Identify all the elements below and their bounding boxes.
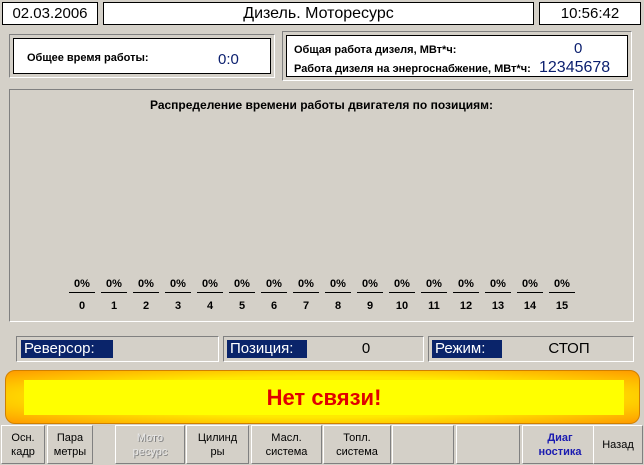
position-column: 0% 0 (69, 278, 95, 312)
position-column: 0% 11 (421, 278, 447, 312)
position-percent: 0% (293, 278, 319, 293)
energy-work-label: Работа дизеля на энергоснабжение, МВт*ч: (294, 63, 531, 75)
mode-label: Режим: (432, 340, 502, 358)
position-percent: 0% (261, 278, 287, 293)
position-column: 0% 14 (517, 278, 543, 312)
position-number: 10 (395, 300, 409, 312)
position-column: 0% 10 (389, 278, 415, 312)
total-work-label: Общая работа дизеля, МВт*ч: (294, 44, 457, 56)
position-number: 3 (174, 300, 182, 312)
position-percent: 0% (229, 278, 255, 293)
position-column: 0% 2 (133, 278, 159, 312)
diesel-work-box: Общая работа дизеля, МВт*ч: 0 Работа диз… (286, 35, 628, 77)
position-column: 0% 7 (293, 278, 319, 312)
position-number: 13 (491, 300, 505, 312)
position-column: 0% 8 (325, 278, 351, 312)
work-time-panel: Общее время работы: 0:0 (9, 34, 275, 78)
position-column: 0% 9 (357, 278, 383, 312)
alarm-banner: Нет связи! (5, 370, 640, 424)
position-field: Позиция: 0 (223, 336, 424, 362)
work-time-label: Общее время работы: (27, 52, 149, 64)
position-column: 0% 12 (453, 278, 479, 312)
position-percent: 0% (325, 278, 351, 293)
nav-fuel-system-button[interactable]: Топл. система (323, 425, 391, 464)
position-percent: 0% (197, 278, 223, 293)
nav-cylinders-button[interactable]: Цилинд ры (186, 425, 249, 464)
nav-oil-system-button[interactable]: Масл. система (251, 425, 322, 464)
page-title: Дизель. Моторесурс (103, 2, 534, 25)
position-percent: 0% (133, 278, 159, 293)
position-number: 15 (555, 300, 569, 312)
time-display: 10:56:42 (539, 2, 641, 25)
position-column: 0% 6 (261, 278, 287, 312)
distribution-panel: Распределение времени работы двигателя п… (9, 89, 634, 322)
position-percent: 0% (485, 278, 511, 293)
position-label: Позиция: (227, 340, 307, 358)
position-percent: 0% (69, 278, 95, 293)
diesel-work-panel: Общая работа дизеля, МВт*ч: 0 Работа диз… (282, 31, 632, 81)
position-number: 1 (110, 300, 118, 312)
position-value: 0 (361, 340, 371, 357)
energy-work-value: 12345678 (539, 59, 611, 76)
position-column: 0% 1 (101, 278, 127, 312)
position-number: 0 (78, 300, 86, 312)
date-display: 02.03.2006 (2, 2, 98, 25)
position-number: 8 (334, 300, 342, 312)
bottom-navigation: Осн. кадр Пара метры Мото ресурс Цилинд ры М… (0, 424, 644, 465)
nav-diagnostics-button[interactable]: Диаг ностика (522, 425, 598, 464)
position-percent: 0% (517, 278, 543, 293)
position-column: 0% 3 (165, 278, 191, 312)
mode-field: Режим: СТОП (428, 336, 634, 362)
reverser-label: Реверсор: (21, 340, 113, 358)
nav-parameters-button[interactable]: Пара метры (47, 425, 93, 464)
position-percent: 0% (389, 278, 415, 293)
work-time-box: Общее время работы: 0:0 (13, 38, 271, 74)
nav-motor-resource-button[interactable]: Мото ресурс (115, 425, 185, 464)
nav-empty-button-2[interactable] (456, 425, 520, 464)
position-percent: 0% (453, 278, 479, 293)
work-time-value: 0:0 (218, 51, 239, 68)
reverser-field: Реверсор: (16, 336, 219, 362)
title-bar: 02.03.2006 Дизель. Моторесурс 10:56:42 (0, 0, 644, 27)
position-number: 14 (523, 300, 537, 312)
position-percent: 0% (421, 278, 447, 293)
position-column: 0% 15 (549, 278, 575, 312)
position-number: 9 (366, 300, 374, 312)
position-column: 0% 5 (229, 278, 255, 312)
position-percent: 0% (357, 278, 383, 293)
distribution-title: Распределение времени работы двигателя п… (149, 98, 493, 112)
position-number: 2 (142, 300, 150, 312)
position-number: 11 (428, 300, 440, 312)
mode-value: СТОП (548, 340, 590, 357)
position-column: 0% 13 (485, 278, 511, 312)
position-number: 6 (270, 300, 278, 312)
nav-back-button[interactable]: Назад (593, 425, 643, 464)
position-number: 12 (459, 300, 473, 312)
alarm-message: Нет связи! (24, 380, 624, 415)
nav-main-frame-button[interactable]: Осн. кадр (1, 425, 45, 464)
nav-empty-button-1[interactable] (392, 425, 454, 464)
position-column: 0% 4 (197, 278, 223, 312)
position-percent: 0% (549, 278, 575, 293)
position-number: 7 (302, 300, 310, 312)
reverser-value (117, 340, 215, 358)
position-percent: 0% (165, 278, 191, 293)
total-work-value: 0 (574, 40, 583, 57)
position-number: 4 (206, 300, 214, 312)
position-percent: 0% (101, 278, 127, 293)
position-number: 5 (238, 300, 246, 312)
